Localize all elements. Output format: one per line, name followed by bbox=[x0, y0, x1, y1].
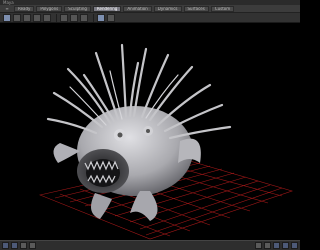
tab-2[interactable]: Sculpting bbox=[64, 5, 91, 12]
grab-brush-icon[interactable] bbox=[80, 13, 88, 22]
tab-5[interactable]: Dynamics bbox=[153, 5, 182, 12]
tab-1[interactable]: Polygons bbox=[36, 5, 63, 12]
toolbar-divider bbox=[56, 13, 57, 22]
3d-viewport[interactable] bbox=[0, 23, 300, 240]
layout-four-icon[interactable] bbox=[11, 242, 18, 249]
scale-tool-icon[interactable] bbox=[43, 13, 51, 22]
creature-fin bbox=[91, 193, 112, 219]
select-tool-icon[interactable] bbox=[3, 13, 11, 22]
help-icon[interactable] bbox=[291, 242, 298, 249]
tab-6[interactable]: Surfaces bbox=[183, 5, 209, 12]
sculpt-brush-icon[interactable] bbox=[60, 13, 68, 22]
status-bar bbox=[0, 240, 300, 250]
creature-model bbox=[46, 43, 232, 221]
render-view-icon[interactable] bbox=[29, 242, 36, 249]
script-editor-icon[interactable] bbox=[255, 242, 262, 249]
lasso-tool-icon[interactable] bbox=[13, 13, 21, 22]
tab-7[interactable]: Custom bbox=[210, 5, 235, 12]
move-tool-icon[interactable] bbox=[23, 13, 31, 22]
tool-settings-icon[interactable] bbox=[273, 242, 280, 249]
layout-single-icon[interactable] bbox=[2, 242, 9, 249]
render-icon[interactable] bbox=[97, 13, 105, 22]
tab-0[interactable]: Ready bbox=[14, 5, 35, 12]
tab-3-active[interactable]: Rendering bbox=[92, 5, 122, 12]
tab-4[interactable]: Animation bbox=[123, 5, 152, 12]
channel-box-icon[interactable] bbox=[282, 242, 289, 249]
toolbar-divider bbox=[93, 13, 94, 22]
viewport-scene bbox=[38, 43, 293, 240]
rotate-tool-icon[interactable] bbox=[33, 13, 41, 22]
shelf-tab-strip: ≡ Ready Polygons Sculpting Rendering Ani… bbox=[0, 5, 300, 13]
ipr-icon[interactable] bbox=[107, 13, 115, 22]
menu-icon[interactable]: ≡ bbox=[0, 5, 14, 13]
shelf-toolbar bbox=[0, 13, 300, 23]
layout-outliner-icon[interactable] bbox=[20, 242, 27, 249]
smooth-brush-icon[interactable] bbox=[70, 13, 78, 22]
creature-fin bbox=[53, 143, 80, 163]
attribute-editor-icon[interactable] bbox=[264, 242, 271, 249]
